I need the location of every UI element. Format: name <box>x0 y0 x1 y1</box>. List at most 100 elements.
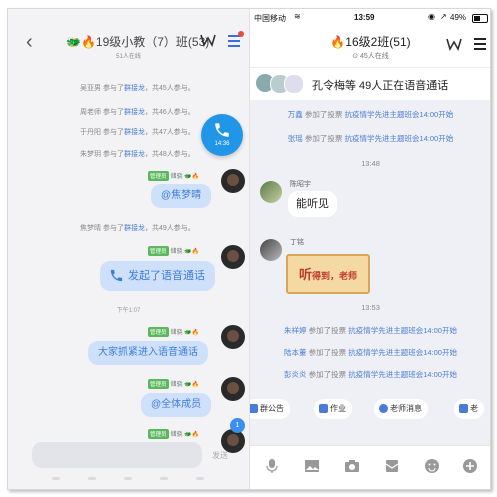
vote-event: 彭炎炎 参加了投票 抗疫情学先进主题班会14:00开始 <box>284 370 457 379</box>
group-badge-icon[interactable] <box>200 33 216 47</box>
avatar[interactable] <box>221 169 245 193</box>
group-icon <box>459 404 468 413</box>
signal-icon: ↗ <box>440 12 447 21</box>
left-header: ‹ 🐲🔥19级小教（7）班(53) 51人在线 <box>8 9 249 60</box>
voice-call-button[interactable]: 14:36 <box>201 114 243 156</box>
message-bubble[interactable]: @焦梦晴 <box>151 184 212 208</box>
group-title: 🐲🔥19级小教（7）班(53) <box>66 35 210 49</box>
solitaire-link[interactable]: 群接龙 <box>124 109 145 116</box>
avatar[interactable] <box>260 181 282 203</box>
group-badge-icon[interactable] <box>446 37 462 51</box>
message-input[interactable] <box>32 442 202 468</box>
tab-announcement[interactable]: 群公告 <box>250 399 290 419</box>
right-header: 🔥16级2班(51) ⊙ 45人在线 <box>250 27 490 67</box>
vote-link[interactable]: 抗疫情学先进主题班会14:00开始 <box>348 326 457 335</box>
message-bubble[interactable]: @全体成员 <box>141 393 212 417</box>
camera-icon[interactable] <box>344 458 360 474</box>
plus-icon[interactable] <box>462 458 478 474</box>
vote-event: 朱祥婷 参加了投票 抗疫情学先进主题班会14:00开始 <box>284 326 457 335</box>
screenshot-frame: ‹ 🐲🔥19级小教（7）班(53) 51人在线 吴亚男 参与了群接龙，共45人参… <box>7 8 491 490</box>
sender-meta: 管理员 储骁 🐲🔥 <box>148 171 199 181</box>
vote-event: 陆本董 参加了投票 抗疫情学先进主题班会14:00开始 <box>284 348 457 357</box>
status-bar: 中国移动 ≋ 13:59 ◉ ↗ 49% <box>250 9 490 27</box>
solitaire-link[interactable]: 群接龙 <box>124 225 145 232</box>
tab-homework[interactable]: 作业 <box>314 399 352 419</box>
microphone-icon[interactable] <box>264 458 280 474</box>
new-message-count-badge[interactable]: 1 <box>230 418 245 433</box>
voice-call-banner[interactable]: 孔令梅等 49人正在语音通话 <box>250 67 490 100</box>
solitaire-link[interactable]: 群接龙 <box>124 85 145 92</box>
message-bubble[interactable]: 大家抓紧进入语音通话 <box>88 341 208 365</box>
tab-teacher-messages[interactable]: 老师消息 <box>374 399 428 419</box>
admin-badge: 管理员 <box>148 246 169 256</box>
menu-red-dot <box>238 31 244 37</box>
megaphone-icon <box>250 404 258 413</box>
avatar[interactable] <box>221 377 245 401</box>
chat-icon <box>379 404 388 413</box>
sender-meta: 管理员 储骁 🐲🔥 <box>148 429 199 439</box>
document-icon <box>319 404 328 413</box>
location-icon: ◉ <box>428 12 435 21</box>
status-time: 13:59 <box>354 13 375 22</box>
wifi-icon: ≋ <box>294 12 301 21</box>
admin-badge: 管理员 <box>148 379 169 389</box>
system-event: 周老师 参与了群接龙，共46人参与。 <box>80 109 195 116</box>
sticker-message[interactable]: 听得到，老师 <box>286 254 370 294</box>
phone-icon <box>215 123 229 137</box>
voice-call-banner-text: 孔令梅等 49人正在语音通话 <box>312 80 449 92</box>
vote-event: 张瑶 参加了投票 抗疫情学先进主题班会14:00开始 <box>287 134 454 143</box>
online-count: 51人在线 <box>116 54 141 60</box>
voice-call-message[interactable]: 发起了语音通话 <box>100 261 215 291</box>
call-duration: 14:36 <box>214 141 230 147</box>
toolbar-icon[interactable] <box>88 477 96 480</box>
toolbar-icon[interactable] <box>160 477 168 480</box>
red-packet-icon[interactable] <box>384 458 400 474</box>
sender-meta: 管理员 储骁 🐲🔥 <box>148 327 199 337</box>
solitaire-link[interactable]: 群接龙 <box>124 151 145 158</box>
system-event: 于丹阳 参与了群接龙，共47人参与。 <box>80 129 195 136</box>
battery-level: 49% <box>450 13 467 22</box>
avatar[interactable] <box>221 325 245 349</box>
image-icon[interactable] <box>304 458 320 474</box>
avatar[interactable] <box>221 245 245 269</box>
time-divider: 13:48 <box>361 159 380 168</box>
voice-call-label: 发起了语音通话 <box>128 270 205 282</box>
phone-icon <box>110 269 123 282</box>
vote-link[interactable]: 抗疫情学先进主题班会14:00开始 <box>344 134 453 143</box>
vote-link[interactable]: 抗疫情学先进主题班会14:00开始 <box>344 110 453 119</box>
admin-badge: 管理员 <box>148 327 169 337</box>
message-bubble[interactable]: 能听见 <box>288 191 337 217</box>
input-toolbar <box>250 445 490 489</box>
admin-badge: 管理员 <box>148 429 169 439</box>
solitaire-link[interactable]: 群接龙 <box>124 129 145 136</box>
avatar <box>284 74 304 94</box>
online-count: ⊙ 45人在线 <box>352 53 389 60</box>
vote-link[interactable]: 抗疫情学先进主题班会14:00开始 <box>348 348 457 357</box>
sender-name: 丁铭 <box>290 239 304 246</box>
system-event: 焦梦晴 参与了群接龙，共49人参与。 <box>80 225 195 232</box>
battery-icon <box>472 14 488 23</box>
toolbar-icon[interactable] <box>124 477 132 480</box>
menu-icon[interactable] <box>228 35 240 50</box>
vote-link[interactable]: 抗疫情学先进主题班会14:00开始 <box>348 370 457 379</box>
sticker-text: 听得到，老师 <box>298 267 358 282</box>
left-chat-panel: ‹ 🐲🔥19级小教（7）班(53) 51人在线 吴亚男 参与了群接龙，共45人参… <box>8 9 249 489</box>
system-event: 朱梦玥 参与了群接龙，共48人参与。 <box>80 151 195 158</box>
menu-icon[interactable] <box>474 38 486 50</box>
tab-more[interactable]: 老 <box>454 399 484 419</box>
send-button[interactable]: 发送 <box>212 450 228 461</box>
right-chat-panel: 中国移动 ≋ 13:59 ◉ ↗ 49% 🔥16级2班(51) ⊙ 45人在线 … <box>249 9 490 489</box>
emoji-icon[interactable] <box>424 458 440 474</box>
sender-meta: 管理员 储骁 🐲🔥 <box>148 379 199 389</box>
fire-icon: 🔥 <box>330 35 346 49</box>
system-event: 吴亚男 参与了群接龙，共45人参与。 <box>80 85 195 92</box>
time-divider: 13:53 <box>361 303 380 312</box>
quick-tabs: 群公告 作业 老师消息 老 <box>250 399 490 421</box>
avatar[interactable] <box>260 239 282 261</box>
group-emoji-icon: 🐲🔥 <box>66 35 96 49</box>
vote-event: 万鑫 参加了投票 抗疫情学先进主题班会14:00开始 <box>287 110 454 119</box>
sender-meta: 管理员 储骁 🐲🔥 <box>148 246 199 256</box>
toolbar-icon[interactable] <box>52 477 60 480</box>
time-divider: 下午1:07 <box>116 308 141 314</box>
toolbar-icon[interactable] <box>196 477 204 480</box>
